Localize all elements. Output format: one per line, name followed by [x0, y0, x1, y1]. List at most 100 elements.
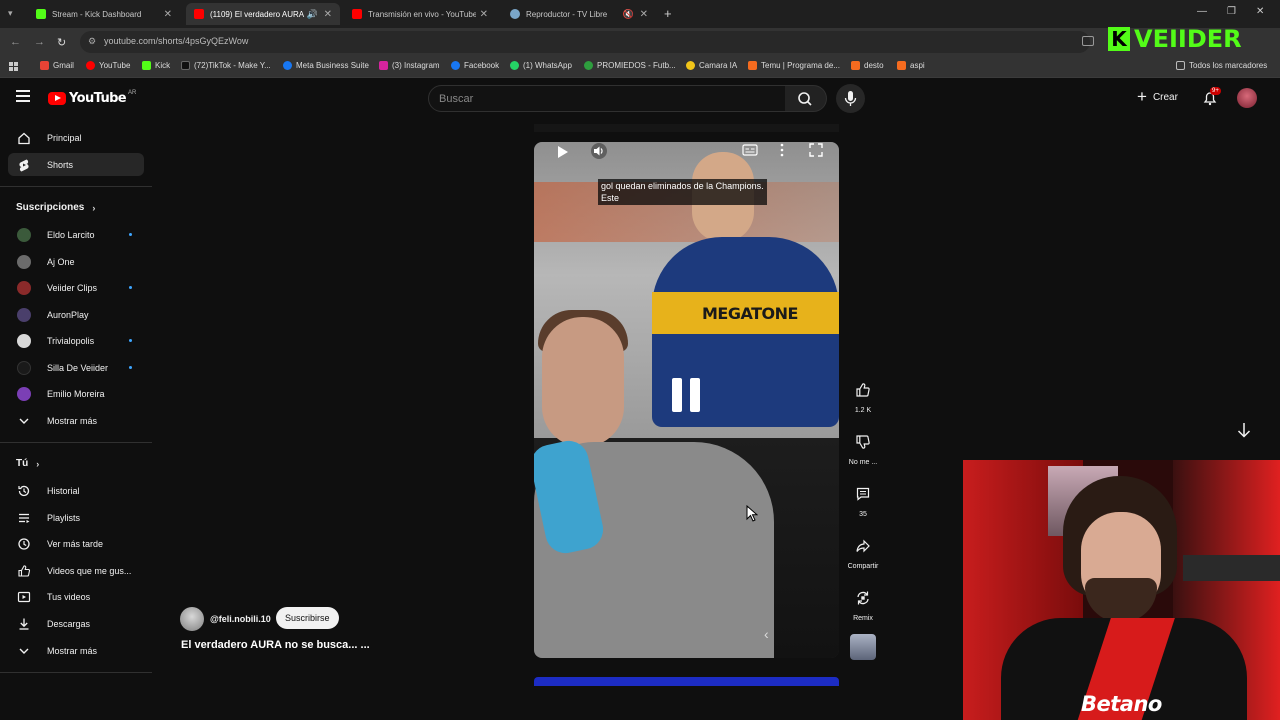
- streamer-beard: [1085, 578, 1157, 622]
- account-avatar[interactable]: [1237, 88, 1257, 108]
- you-header[interactable]: Tú ›: [16, 458, 39, 469]
- subscription-item[interactable]: Emilio Moreira: [8, 382, 144, 405]
- all-bookmarks[interactable]: Todos los marcadores: [1176, 61, 1267, 70]
- subscription-item[interactable]: Eldo Larcito: [8, 223, 144, 246]
- bookmark-camara-ia[interactable]: Camara IA: [686, 61, 737, 70]
- show-more-subscriptions[interactable]: Mostrar más: [8, 409, 144, 432]
- subscription-item[interactable]: AuronPlay: [8, 303, 144, 326]
- forward-icon[interactable]: →: [34, 36, 45, 48]
- youtube-logo[interactable]: YouTube AR: [48, 90, 136, 106]
- create-button[interactable]: + Crear: [1137, 88, 1178, 105]
- close-icon[interactable]: ✕: [480, 9, 488, 20]
- bookmark-whatsapp[interactable]: (1) WhatsApp: [510, 61, 572, 70]
- playlist-icon: [17, 511, 31, 525]
- muted-speaker-icon[interactable]: 🔇: [623, 9, 634, 20]
- sound-thumbnail[interactable]: [850, 634, 876, 660]
- sidebar-item-label: Principal: [47, 132, 82, 143]
- bookmark-instagram[interactable]: (3) Instagram: [379, 61, 440, 70]
- volume-icon[interactable]: [590, 142, 608, 160]
- close-window-icon[interactable]: ✕: [1256, 6, 1264, 17]
- bookmark-aspi[interactable]: aspi: [897, 61, 925, 70]
- subscribe-button[interactable]: Suscribirse: [276, 607, 339, 629]
- tab-search-icon[interactable]: ▾: [8, 8, 13, 19]
- sidebar-divider: [0, 672, 152, 673]
- bookmark-temu[interactable]: Temu | Programa de...: [748, 61, 840, 70]
- show-more-you[interactable]: Mostrar más: [8, 639, 144, 662]
- search-button[interactable]: [785, 85, 827, 112]
- pause-icon[interactable]: [672, 378, 702, 412]
- site-info-icon[interactable]: ⚙: [88, 36, 96, 47]
- voice-search-button[interactable]: [836, 84, 865, 113]
- browser-tab-youtube-live[interactable]: Transmisión en vivo - YouTube ✕: [344, 3, 496, 25]
- play-icon[interactable]: [554, 144, 570, 160]
- channel-avatar: [17, 227, 31, 242]
- browser-tab-tv-libre[interactable]: Reproductor - TV Libre 🔇 ✕: [502, 3, 656, 25]
- share-button[interactable]: Compartir: [843, 532, 883, 570]
- dislike-button[interactable]: No me ...: [843, 428, 883, 466]
- new-content-dot: [129, 366, 132, 369]
- new-tab-icon[interactable]: +: [664, 6, 672, 21]
- captions-icon[interactable]: [742, 144, 758, 159]
- channel-handle[interactable]: @feli.nobili.10: [210, 614, 271, 624]
- bookmark-youtube[interactable]: YouTube: [86, 61, 130, 70]
- kick-k-icon: K: [1108, 27, 1130, 51]
- subscription-item[interactable]: Aj One: [8, 250, 144, 273]
- channel-name: Aj One: [47, 256, 75, 267]
- bookmark-kick[interactable]: Kick: [142, 61, 170, 70]
- menu-icon[interactable]: [16, 90, 32, 104]
- browser-tab-kick[interactable]: Stream - Kick Dashboard ✕: [28, 3, 180, 25]
- reload-icon[interactable]: ↻: [57, 36, 66, 49]
- bookmark-promiedos[interactable]: PROMIEDOS - Futb...: [584, 61, 676, 70]
- comments-button[interactable]: 35: [843, 480, 883, 518]
- browser-tab-youtube-short[interactable]: (1109) El verdadero AURA n 🔊 ✕: [186, 3, 340, 25]
- subscriptions-header[interactable]: Suscripciones ›: [16, 202, 95, 213]
- sidebar-item-historial[interactable]: Historial: [8, 479, 144, 502]
- sidebar-item-liked-videos[interactable]: Videos que me gus...: [8, 559, 144, 582]
- minimize-icon[interactable]: —: [1197, 6, 1207, 17]
- bookmark-desto[interactable]: desto: [851, 61, 884, 70]
- bookmark-gmail[interactable]: Gmail: [40, 61, 74, 70]
- bookmark-meta-business[interactable]: Meta Business Suite: [283, 61, 369, 70]
- remix-button[interactable]: Remix: [843, 584, 883, 622]
- chevron-left-icon[interactable]: ‹: [764, 626, 769, 642]
- sidebar-item-your-videos[interactable]: Tus videos: [8, 585, 144, 608]
- sidebar-item-shorts[interactable]: Shorts: [8, 153, 144, 176]
- sidebar-item-label: Descargas: [47, 618, 91, 629]
- fullscreen-icon[interactable]: [808, 142, 824, 161]
- sidebar-item-downloads[interactable]: Descargas: [8, 612, 144, 635]
- bookmark-tiktok[interactable]: (72)TikTok - Make Y...: [181, 61, 271, 70]
- subscription-item[interactable]: Veiider Clips: [8, 276, 144, 299]
- back-icon[interactable]: ←: [10, 36, 21, 48]
- meta-icon: [283, 61, 292, 70]
- next-short-arrow-icon[interactable]: [1234, 420, 1254, 440]
- channel-avatar: [17, 360, 31, 375]
- sidebar: Principal Shorts Suscripciones › Eldo La…: [0, 118, 152, 720]
- bookmark-facebook[interactable]: Facebook: [451, 61, 499, 70]
- maximize-icon[interactable]: ❐: [1227, 6, 1236, 17]
- like-button[interactable]: 1.2 K: [843, 376, 883, 414]
- channel-avatar: [17, 254, 31, 269]
- close-icon[interactable]: ✕: [640, 9, 648, 20]
- folder-icon: [897, 61, 906, 70]
- sidebar-item-watch-later[interactable]: Ver más tarde: [8, 532, 144, 555]
- channel-avatar[interactable]: [180, 607, 204, 631]
- more-vertical-icon[interactable]: [778, 142, 786, 161]
- url-field[interactable]: ⚙ youtube.com/shorts/4psGyQEzWow: [80, 31, 1090, 53]
- speaker-icon[interactable]: 🔊: [307, 9, 318, 20]
- apps-grid-icon[interactable]: [9, 62, 18, 71]
- tab-title: Reproductor - TV Libre: [526, 9, 608, 19]
- close-icon[interactable]: ✕: [164, 9, 172, 20]
- sidebar-item-playlists[interactable]: Playlists: [8, 506, 144, 529]
- search-box[interactable]: Buscar: [428, 85, 786, 112]
- thumbs-down-icon: [849, 428, 877, 456]
- subscription-item[interactable]: Trivialopolis: [8, 329, 144, 352]
- channel-name: Eldo Larcito: [47, 229, 95, 240]
- search-input[interactable]: Buscar: [439, 93, 473, 105]
- share-label: Compartir: [847, 563, 879, 570]
- subscription-item[interactable]: Silla De Veiider: [8, 356, 144, 379]
- cast-icon[interactable]: [1082, 36, 1094, 46]
- sidebar-item-principal[interactable]: Principal: [8, 126, 144, 149]
- shorts-video-player[interactable]: MEGATONE gol quedan eliminados de la Cha…: [534, 142, 839, 658]
- short-title[interactable]: El verdadero AURA no se busca... ...: [181, 639, 370, 651]
- close-icon[interactable]: ✕: [324, 9, 332, 20]
